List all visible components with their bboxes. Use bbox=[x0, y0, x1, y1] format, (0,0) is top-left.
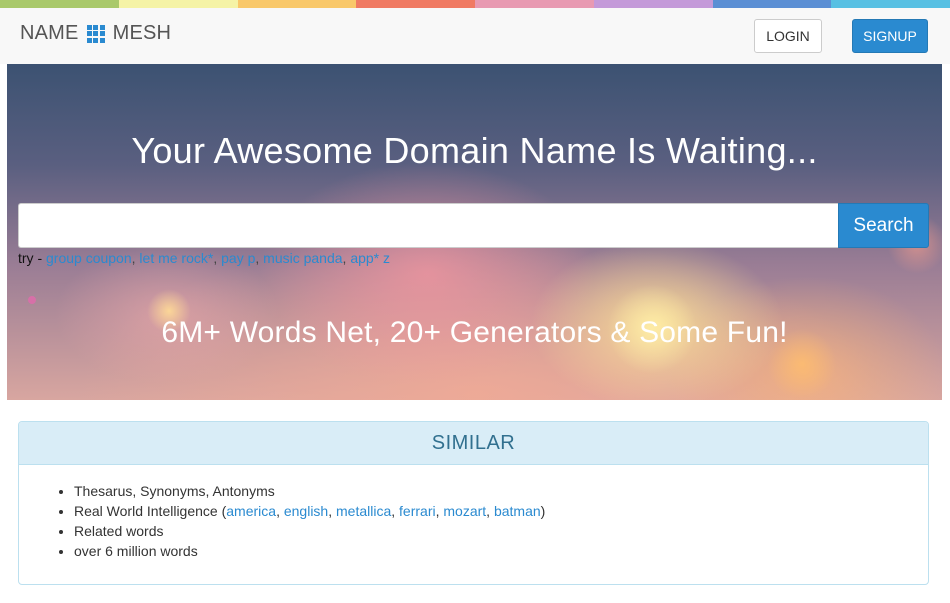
list-item: Real World Intelligence (america, englis… bbox=[74, 501, 928, 521]
color-segment bbox=[0, 0, 119, 8]
similar-panel: SIMILAR Thesarus, Synonyms, Antonyms Rea… bbox=[18, 421, 929, 585]
hero-subtitle: 6M+ Words Net, 20+ Generators & Some Fun… bbox=[161, 316, 788, 349]
list-item: Related words bbox=[74, 521, 928, 541]
link-batman[interactable]: batman bbox=[494, 503, 541, 519]
try-link-app-z[interactable]: app* z bbox=[350, 250, 390, 266]
signup-button[interactable]: SIGNUP bbox=[852, 19, 928, 53]
search-input[interactable] bbox=[18, 203, 838, 248]
color-segment bbox=[118, 0, 238, 8]
link-america[interactable]: america bbox=[226, 503, 276, 519]
brand-logo[interactable]: NAME MESH bbox=[20, 22, 171, 45]
list-item: Thesarus, Synonyms, Antonyms bbox=[74, 481, 928, 501]
link-mozart[interactable]: mozart bbox=[443, 503, 486, 519]
hero-banner: Your Awesome Domain Name Is Waiting... S… bbox=[7, 64, 942, 400]
top-color-bar bbox=[0, 0, 950, 8]
try-link-group-coupon[interactable]: group coupon bbox=[46, 250, 132, 266]
search-button[interactable]: Search bbox=[838, 203, 929, 248]
hero-title: Your Awesome Domain Name Is Waiting... bbox=[131, 130, 818, 171]
try-suggestions: try - group coupon, let me rock*, pay p,… bbox=[18, 250, 391, 266]
color-segment bbox=[593, 0, 713, 8]
brand-name-right: MESH bbox=[112, 22, 172, 44]
link-metallica[interactable]: metallica bbox=[336, 503, 391, 519]
feature-list: Thesarus, Synonyms, Antonyms Real World … bbox=[74, 481, 928, 561]
similar-body: Thesarus, Synonyms, Antonyms Real World … bbox=[19, 465, 928, 561]
try-label: try - bbox=[18, 250, 46, 266]
navbar: NAME MESH LOGIN SIGNUP bbox=[0, 8, 950, 64]
link-ferrari[interactable]: ferrari bbox=[399, 503, 436, 519]
brand-name-left: NAME bbox=[20, 22, 79, 44]
try-link-let-me-rock[interactable]: let me rock* bbox=[139, 250, 213, 266]
bokeh-light bbox=[28, 296, 36, 304]
color-segment bbox=[831, 0, 950, 8]
list-item: over 6 million words bbox=[74, 541, 928, 561]
color-segment bbox=[475, 0, 594, 8]
grid-icon bbox=[86, 24, 105, 43]
try-link-music-panda[interactable]: music panda bbox=[263, 250, 342, 266]
try-link-pay-p[interactable]: pay p bbox=[221, 250, 255, 266]
color-segment bbox=[237, 0, 357, 8]
similar-heading: SIMILAR bbox=[19, 422, 928, 465]
link-english[interactable]: english bbox=[284, 503, 328, 519]
color-segment bbox=[712, 0, 832, 8]
color-segment bbox=[356, 0, 475, 8]
login-button[interactable]: LOGIN bbox=[754, 19, 822, 53]
